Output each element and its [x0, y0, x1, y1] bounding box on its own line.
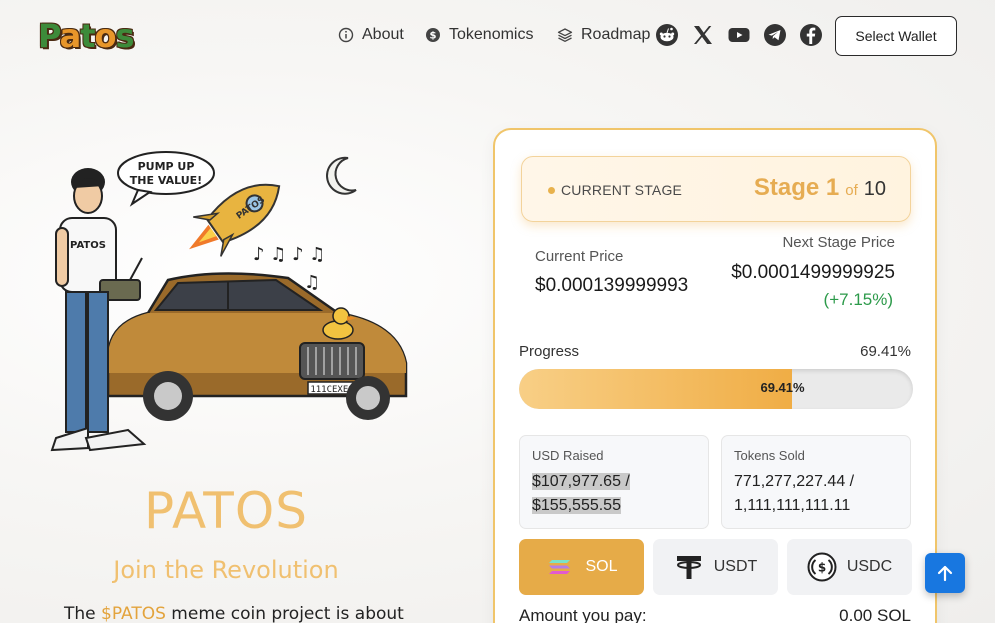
facebook-icon [800, 24, 822, 46]
token-usdc-button[interactable]: $ USDC [787, 539, 912, 595]
x-link[interactable] [690, 22, 716, 48]
svg-text:PUMP UP: PUMP UP [138, 160, 195, 173]
svg-text:THE VALUE!: THE VALUE! [130, 174, 202, 187]
info-icon [338, 27, 354, 43]
usd-raised-line2: $155,555.55 [532, 497, 621, 514]
progress-fill [519, 369, 793, 409]
x-icon [694, 26, 712, 44]
svg-text:♪ ♫ ♪ ♫: ♪ ♫ ♪ ♫ [253, 244, 325, 265]
stage-label: CURRENT STAGE [561, 182, 683, 198]
svg-text:PATOS: PATOS [70, 240, 106, 251]
tokens-sold-value: 771,277,227.44 / 1,111,111,111.11 [734, 470, 854, 518]
next-price-change: (+7.15%) [823, 290, 893, 309]
dollar-icon: $ [426, 28, 440, 42]
current-stage-card: CURRENT STAGE Stage 1 of 10 [521, 156, 911, 222]
progress-percent: 69.41% [860, 343, 911, 360]
logo[interactable]: Patos [38, 14, 135, 58]
hero-desc-suffix: meme coin project is about [165, 604, 404, 623]
token-sol-button[interactable]: SOL [519, 539, 644, 595]
tokens-sold-label: Tokens Sold [734, 448, 805, 463]
hero-desc-prefix: The [64, 604, 102, 623]
top-navbar: Patos About $ Tokenomics Roadmap Select … [0, 0, 995, 72]
usd-raised-card: USD Raised $107,977.65 / $155,555.55 [519, 435, 709, 529]
nav-roadmap-label: Roadmap [581, 26, 651, 43]
tokens-sold-line1: 771,277,227.44 / [734, 473, 855, 490]
stage-of: of [845, 182, 858, 199]
next-price-value: $0.0001499999925 [731, 262, 895, 283]
hero-subtitle: Join the Revolution [113, 556, 339, 584]
reddit-link[interactable] [654, 22, 680, 48]
token-usdt-button[interactable]: USDT [653, 539, 778, 595]
stage-value: Stage 1 of 10 [754, 174, 886, 202]
scroll-to-top-button[interactable] [925, 553, 965, 593]
stage-dot-icon [548, 187, 555, 194]
tether-icon [676, 556, 701, 579]
nav-about[interactable]: About [338, 26, 404, 44]
svg-text:$: $ [818, 561, 826, 575]
nav-roadmap[interactable]: Roadmap [557, 26, 650, 44]
token-usdt-label: USDT [713, 558, 758, 575]
youtube-icon [728, 28, 750, 42]
progress-bar: 69.41% [519, 369, 913, 409]
amount-pay-value: 0.00 SOL [839, 606, 911, 623]
usd-raised-label: USD Raised [532, 448, 604, 463]
presale-panel: CURRENT STAGE Stage 1 of 10 Current Pric… [493, 128, 937, 623]
svg-text:$: $ [430, 31, 437, 42]
layers-icon [557, 28, 573, 42]
current-price-value: $0.000139999993 [535, 275, 689, 296]
select-wallet-button[interactable]: Select Wallet [835, 16, 957, 56]
nav-tokenomics[interactable]: $ Tokenomics [425, 26, 533, 44]
stage-number: Stage 1 [753, 174, 840, 201]
telegram-link[interactable] [762, 22, 788, 48]
facebook-link[interactable] [798, 22, 824, 48]
hero-illustration: PUMP UP THE VALUE! PATOS ♪ ♫ ♪ ♫ ♫ 111CE… [50, 151, 408, 452]
usd-raised-value: $107,977.65 / $155,555.55 [532, 470, 630, 518]
hero-description: The $PATOS meme coin project is about [64, 604, 404, 623]
arrow-up-icon [937, 565, 953, 582]
next-price-label: Next Stage Price [782, 234, 895, 251]
usdc-icon: $ [807, 552, 837, 582]
current-price-label: Current Price [535, 248, 624, 265]
amount-pay-label: Amount you pay: [519, 606, 647, 623]
progress-label: Progress [519, 343, 580, 360]
token-usdc-label: USDC [846, 558, 893, 575]
reddit-icon [656, 24, 678, 46]
nav-about-label: About [362, 26, 404, 43]
stage-total: 10 [863, 178, 886, 200]
tokens-sold-card: Tokens Sold 771,277,227.44 / 1,111,111,1… [721, 435, 911, 529]
token-sol-label: SOL [585, 558, 618, 575]
solana-icon [549, 560, 571, 574]
usd-raised-line1: $107,977.65 / [532, 473, 630, 490]
logo-text: Patos [38, 17, 135, 55]
youtube-link[interactable] [726, 22, 752, 48]
hero-desc-highlight: $PATOS [101, 604, 166, 623]
hero-title: PATOS [144, 482, 308, 540]
progress-fill-label: 69.41% [760, 380, 805, 395]
telegram-icon [764, 24, 786, 46]
nav-tokenomics-label: Tokenomics [449, 26, 534, 43]
tokens-sold-line2: 1,111,111,111.11 [734, 497, 851, 514]
